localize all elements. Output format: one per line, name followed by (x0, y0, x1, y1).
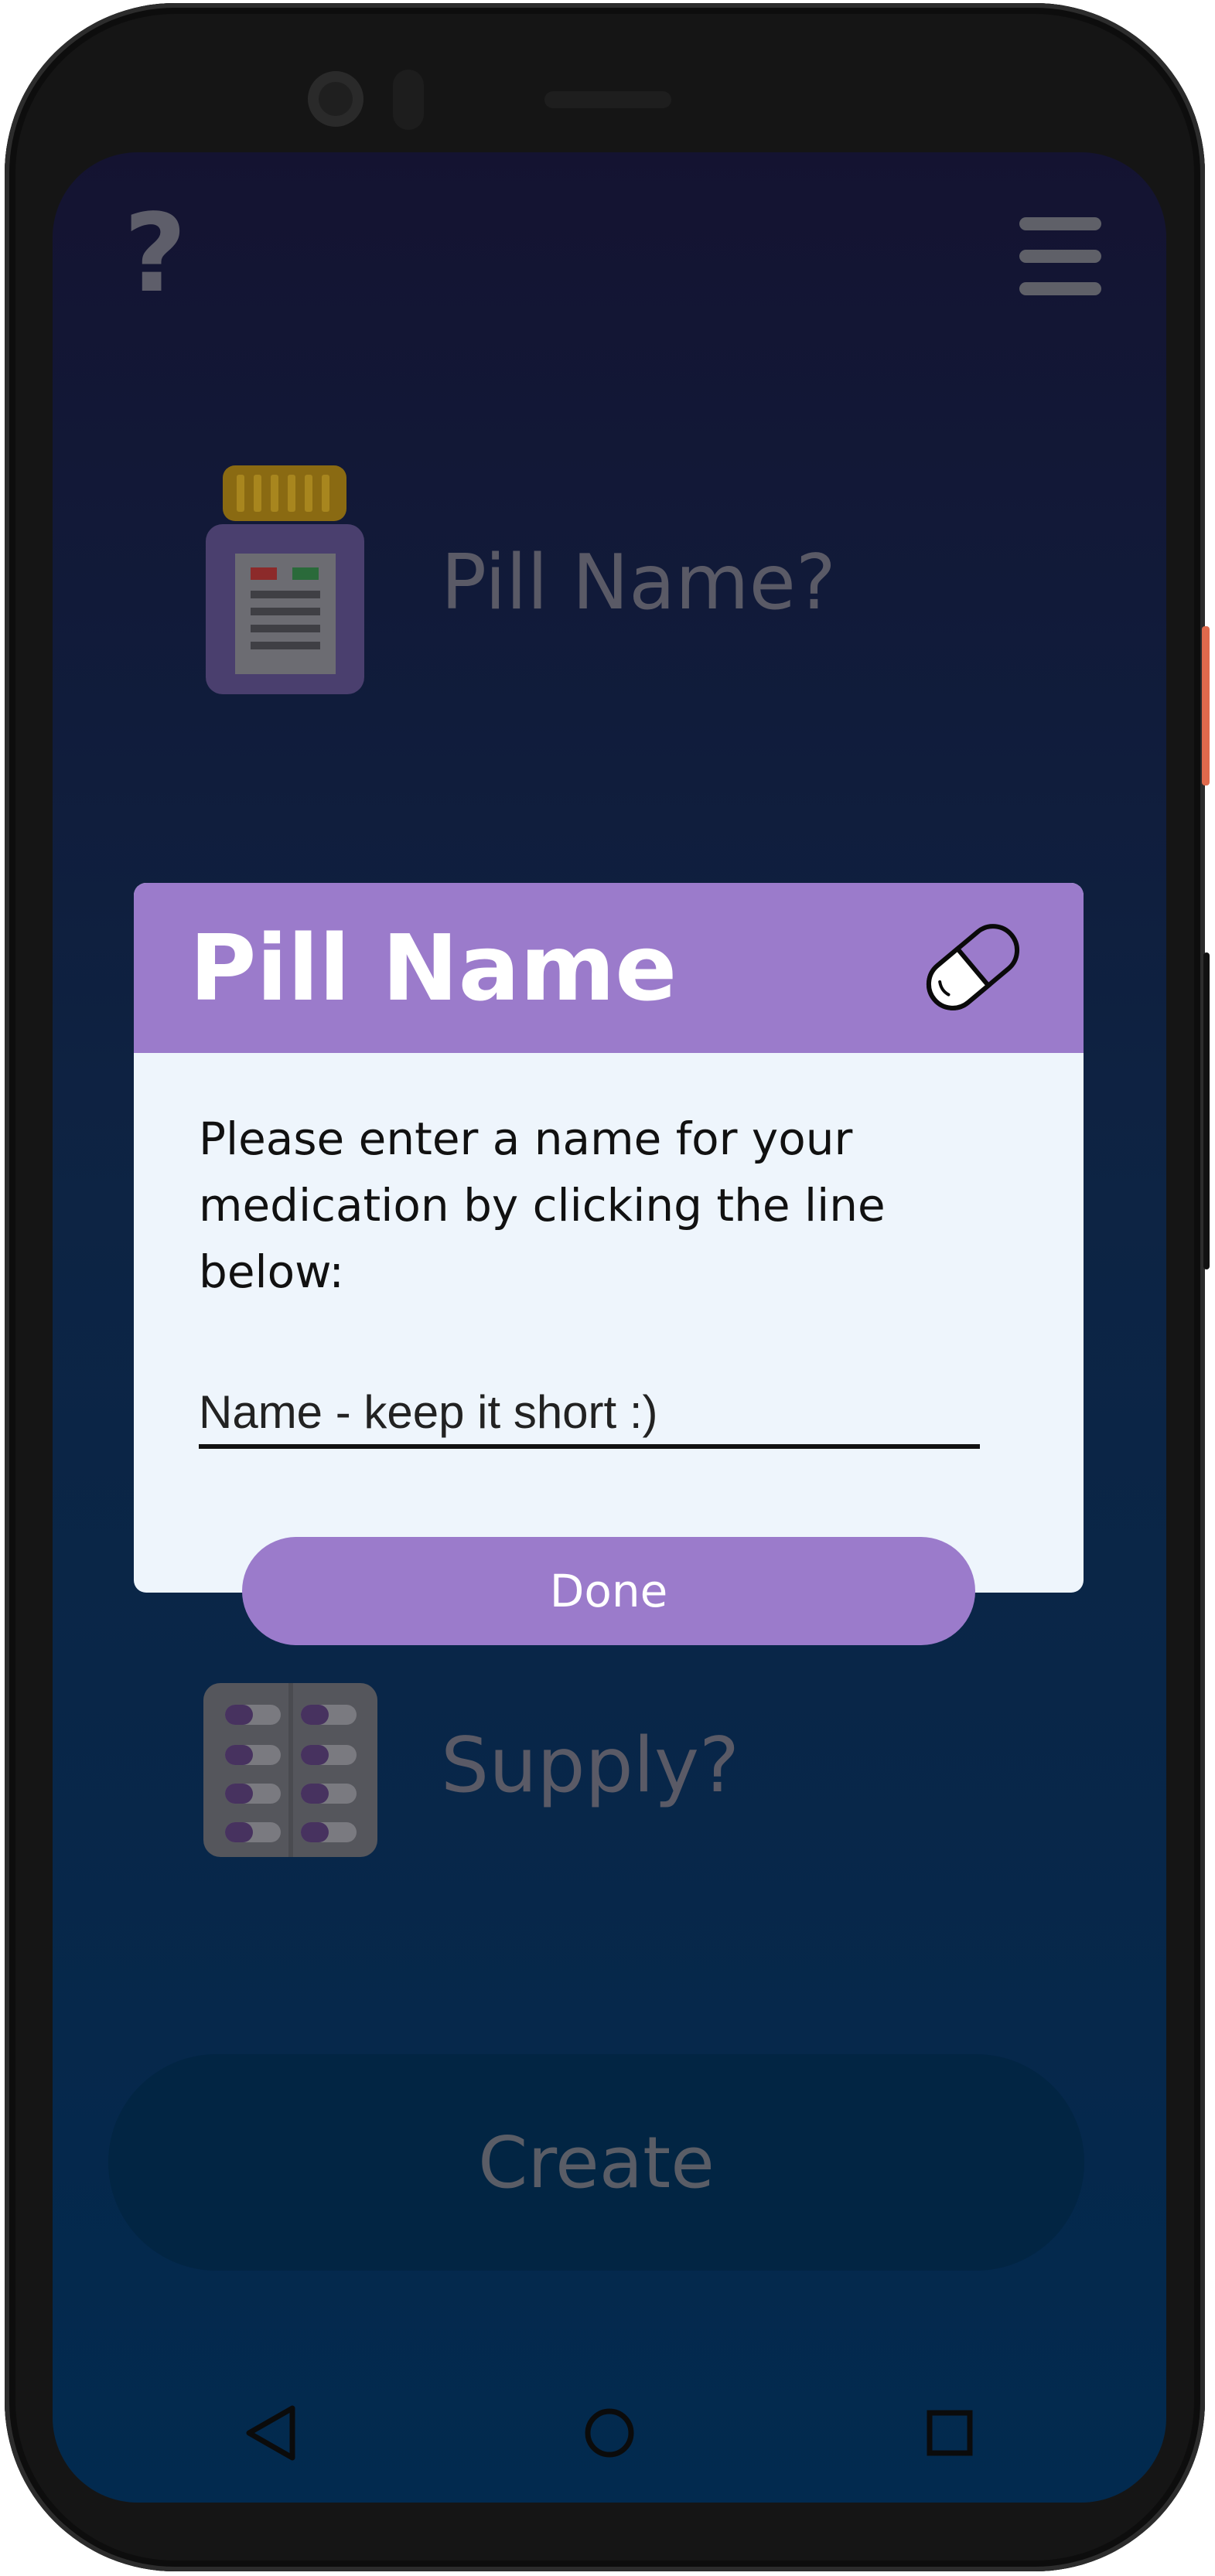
pill-name-input[interactable] (199, 1379, 980, 1449)
sensor (393, 70, 424, 130)
create-button-label: Create (478, 2121, 715, 2204)
dialog-message: Please enter a name for your medication … (199, 1113, 886, 1298)
create-button[interactable]: Create (108, 2054, 1084, 2271)
power-button (1202, 626, 1210, 785)
home-circle-icon[interactable] (563, 2387, 656, 2479)
blister-pack-icon (203, 1683, 377, 1857)
dialog-header: Pill Name (134, 883, 1084, 1053)
pill-name-label[interactable]: Pill Name? (441, 539, 836, 627)
capsule-icon (915, 909, 1031, 1025)
done-button-label: Done (549, 1565, 668, 1617)
volume-button (1203, 952, 1210, 1269)
front-camera (308, 71, 363, 127)
supply-label[interactable]: Supply? (441, 1722, 739, 1810)
earpiece-speaker (544, 91, 671, 108)
question-mark-icon[interactable]: ? (124, 200, 186, 308)
pill-name-dialog: Pill Name Please enter a name for your m… (134, 883, 1084, 1645)
recents-square-icon[interactable] (903, 2387, 996, 2479)
done-button[interactable]: Done (242, 1537, 975, 1645)
dialog-title: Pill Name (189, 915, 677, 1021)
pill-bottle-icon (206, 465, 364, 697)
hamburger-menu-icon[interactable] (1019, 217, 1104, 302)
phone-frame: ? Pill Name? Supply? Create Pill Name Pl… (5, 3, 1210, 2571)
system-navbar (53, 2387, 1166, 2503)
back-triangle-icon[interactable] (223, 2387, 316, 2479)
